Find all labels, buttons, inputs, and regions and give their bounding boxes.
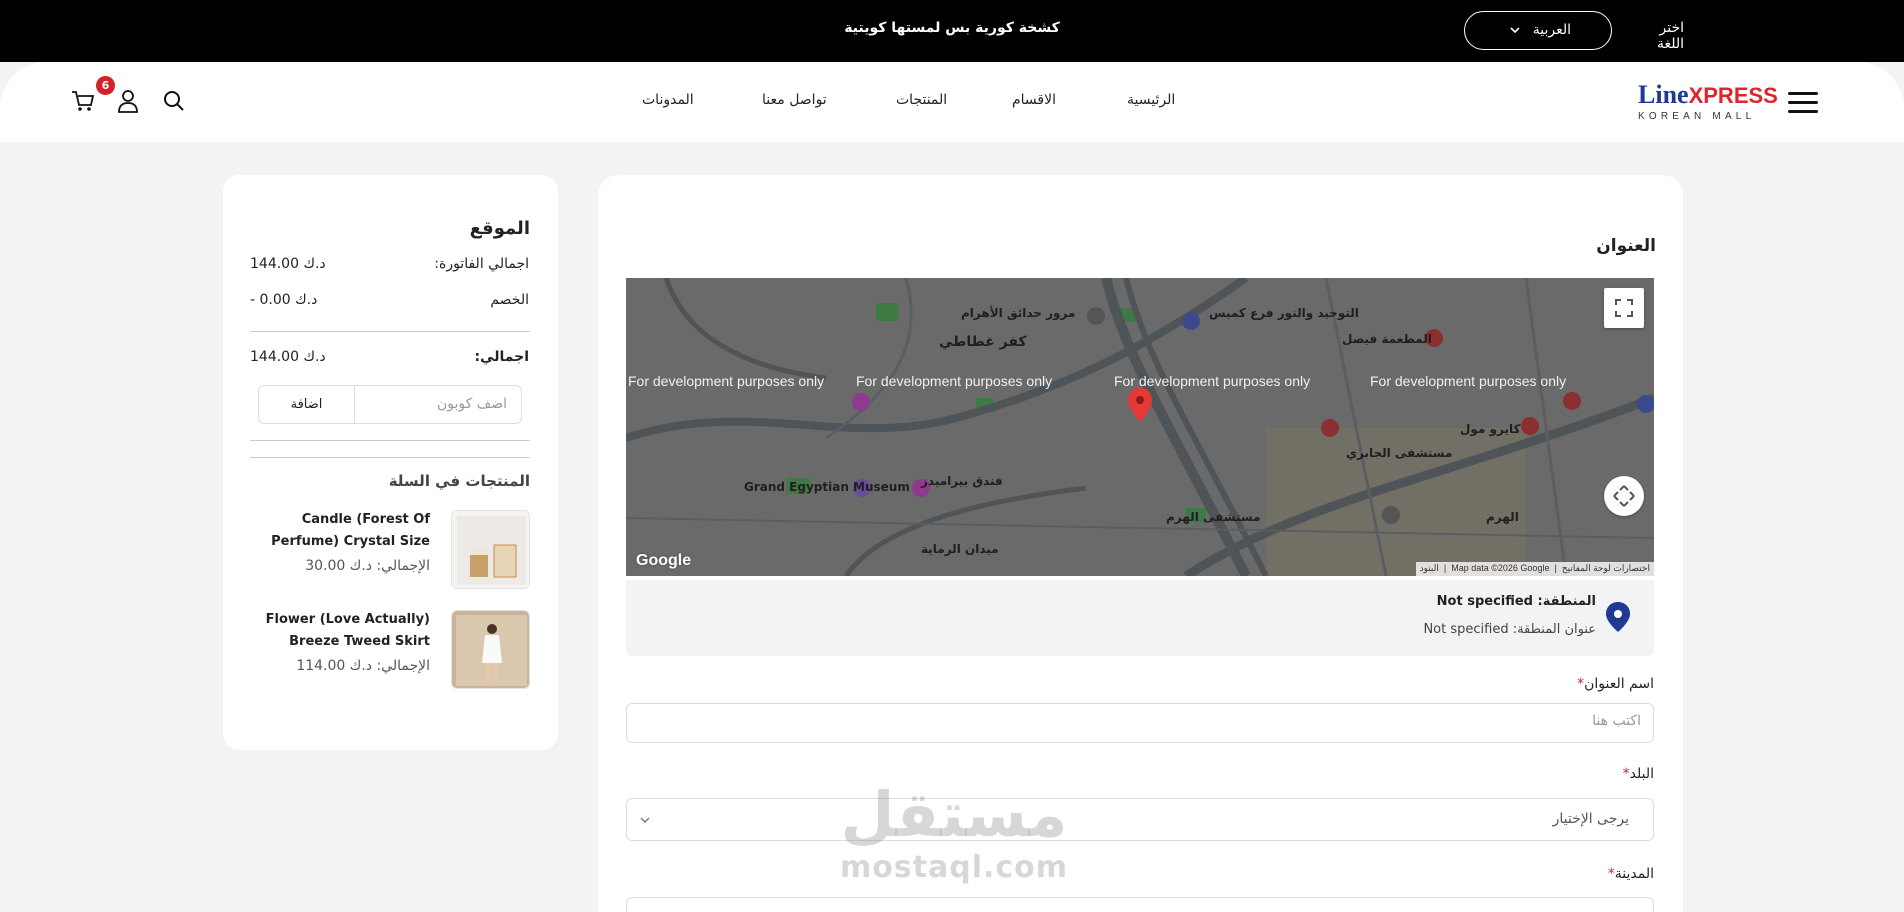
invoice-total-label: اجمالي الفاتورة: [434,256,529,272]
chevron-down-icon [640,817,650,823]
search-icon[interactable] [161,88,187,114]
cart-icon[interactable] [70,88,96,114]
cart-products-title: المنتجات في السلة [388,472,530,490]
nav-products[interactable]: المنتجات [896,92,947,108]
address-name-label: اسم العنوان* [1577,676,1654,692]
address-name-input[interactable]: اكتب هنا [626,703,1654,743]
map-label: الهرم [1486,510,1519,524]
map-label: مستشفى الجابري [1346,446,1453,460]
cart-count-badge: 6 [96,76,115,95]
product-name[interactable]: Candle (Forest Of Perfume) Crystal Size [250,509,430,553]
country-value: يرجى الإختيار [1552,811,1629,827]
product-name[interactable]: Flower (Love Actually) Breeze Tweed Skir… [250,609,430,653]
nav-contact[interactable]: تواصل معنا [762,92,827,108]
address-title: العنوان [1596,236,1656,256]
language-select[interactable]: العربية [1464,11,1612,50]
city-select[interactable] [626,897,1654,912]
user-icon[interactable] [115,88,141,114]
address-name-placeholder: اكتب هنا [1592,713,1641,729]
map-camera-control[interactable] [1604,476,1644,516]
total-value: 144.00 د.ك [250,349,326,365]
map-dev-notice: For development purposes only [628,373,825,389]
map-label: Grand Egyptian Museum [744,480,910,494]
region-name: المنطقة: Not specified [1436,594,1596,609]
city-label: المدينة* [1607,866,1654,882]
map-dev-notice: For development purposes only [1114,373,1311,389]
nav-home[interactable]: الرئيسية [1127,92,1175,108]
region-address: عنوان المنطقة: Not specified [1423,622,1596,637]
watermark: مستقل mostaql.com [839,778,1069,886]
map-view[interactable]: For development purposes only For develo… [626,278,1654,576]
map-label: مرور حدائق الأهرام [961,306,1076,320]
nav-categories[interactable]: الاقسام [1012,92,1056,108]
map-pin-icon[interactable] [1128,388,1152,422]
map-attribution: البنود | Map data ©2026 Google | اختصارا… [1415,562,1654,576]
fullscreen-icon [1615,299,1633,317]
map-label: فندق بيراميدز [921,474,1003,488]
menu-icon[interactable] [1788,92,1818,114]
language-value: العربية [1532,22,1571,38]
product-total: الإجمالي: د.ك 30.00 [305,558,430,574]
product-image[interactable] [451,610,530,689]
map-label: كايرو مول [1460,422,1521,436]
divider [250,457,530,458]
chevron-down-icon [1510,27,1520,34]
total-label: اجمالي: [474,349,529,365]
fullscreen-button[interactable] [1604,288,1644,328]
product-image[interactable] [451,510,530,589]
discount-value: - 0.00 د.ك [250,292,318,308]
google-logo: Google [636,552,692,569]
country-select[interactable]: يرجى الإختيار [626,798,1654,841]
summary-title: الموقع [469,218,530,239]
country-label: البلد* [1622,766,1654,782]
coupon-input[interactable]: اضف كوبون [437,396,507,412]
nav-blogs[interactable]: المدونات [642,92,694,108]
region-info: المنطقة: Not specified عنوان المنطقة: No… [626,580,1654,656]
divider [250,331,530,332]
language-label: اختر اللغة [1656,20,1684,52]
map-label: ميدان الرماية [921,542,999,556]
site-logo[interactable]: LineXPRESS KOREAN MALL [1638,82,1778,126]
map-dev-notice: For development purposes only [856,373,1053,389]
promo-text: كشخة كورية بس لمستها كويتية [844,20,1060,36]
coupon-form: اضافة اضف كوبون [258,385,522,424]
map-label: التوحيد والنور فرع كمبس [1209,306,1359,320]
top-bar: كشخة كورية بس لمستها كويتية اختر اللغة ا… [0,0,1904,62]
site-header: LineXPRESS KOREAN MALL الرئيسية الاقسام … [0,62,1904,142]
discount-label: الخصم [490,292,529,308]
map-label: مستشفى الهرم [1166,510,1261,524]
map-label: المطعمة فيصل [1342,332,1432,346]
product-total: الإجمالي: د.ك 114.00 [296,658,430,674]
invoice-total-value: 144.00 د.ك [250,256,326,272]
map-label: كفر غطاطي [939,334,1027,350]
map-dev-notice: For development purposes only [1370,373,1567,389]
location-pin-icon [1606,602,1630,632]
divider [250,440,530,441]
move-icon [1613,485,1635,507]
add-coupon-button[interactable]: اضافة [259,386,355,423]
